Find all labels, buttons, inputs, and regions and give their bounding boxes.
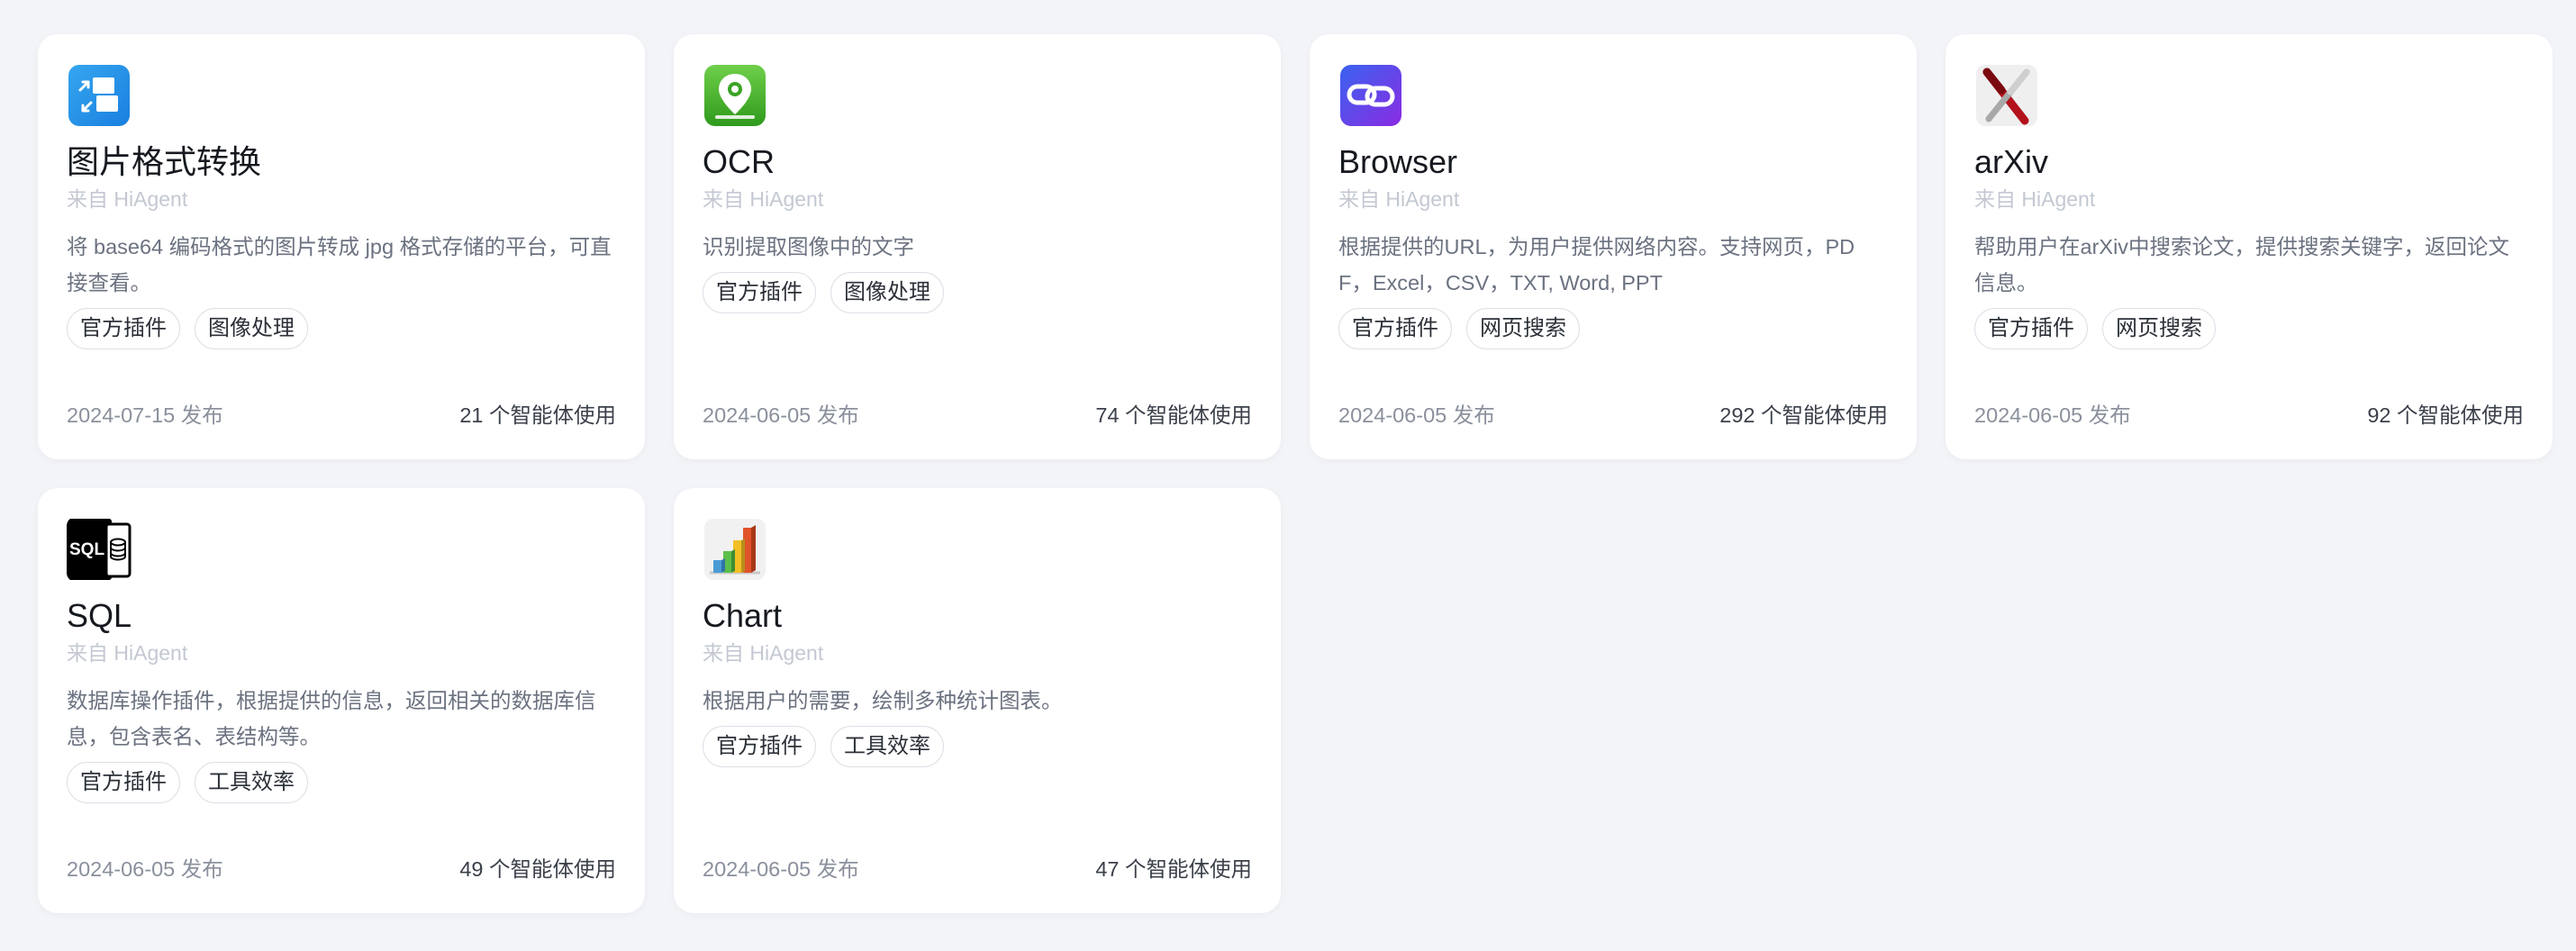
plugin-description: 识别提取图像中的文字: [703, 235, 914, 258]
image-convert-icon: [67, 63, 132, 128]
publish-date: 2024-06-05 发布: [703, 403, 859, 427]
plugin-footer: 2024-06-05 发布 49 个智能体使用: [67, 854, 616, 884]
tag-official-plugin: 官方插件: [703, 726, 816, 767]
plugin-card-chart[interactable]: Chart 来自 HiAgent 根据用户的需要，绘制多种统计图表。 官方插件 …: [674, 488, 1281, 913]
plugin-title: Browser: [1338, 143, 1458, 180]
plugin-source: 来自 HiAgent: [67, 187, 188, 211]
plugin-title: OCR: [703, 143, 775, 180]
usage-count: 292 个智能体使用: [1719, 403, 1888, 427]
plugin-source: 来自 HiAgent: [703, 187, 824, 211]
tag-category: 工具效率: [195, 762, 308, 803]
plugin-description: 帮助用户在arXiv中搜索论文，提供搜索关键字，返回论文信息。: [1974, 235, 2510, 294]
plugin-footer: 2024-07-15 发布 21 个智能体使用: [67, 400, 616, 430]
plugin-tags: 官方插件 图像处理: [67, 308, 616, 349]
tag-official-plugin: 官方插件: [703, 272, 816, 313]
plugin-description: 根据提供的URL，为用户提供网络内容。支持网页，PDF，Excel，CSV，TX…: [1338, 235, 1855, 294]
plugin-source: 来自 HiAgent: [67, 641, 188, 665]
sql-database-icon: SQL: [67, 517, 132, 582]
tag-official-plugin: 官方插件: [1974, 308, 2088, 349]
tag-category: 图像处理: [830, 272, 944, 313]
publish-date: 2024-07-15 发布: [67, 403, 223, 427]
plugin-grid: 图片格式转换 来自 HiAgent 将 base64 编码格式的图片转成 jpg…: [38, 34, 2553, 913]
tag-official-plugin: 官方插件: [67, 762, 180, 803]
tag-category: 工具效率: [830, 726, 944, 767]
plugin-source: 来自 HiAgent: [1974, 187, 2096, 211]
plugin-tags: 官方插件 工具效率: [703, 726, 1252, 767]
plugin-card-sql[interactable]: SQL SQL 来自 HiAgent 数据库操作插件，根据提供的信息，返回相关的…: [38, 488, 645, 913]
link-icon: [1338, 63, 1403, 128]
ocr-pin-icon: [703, 63, 767, 128]
usage-count: 92 个智能体使用: [2367, 403, 2524, 427]
usage-count: 21 个智能体使用: [459, 403, 616, 427]
plugin-tags: 官方插件 网页搜索: [1974, 308, 2524, 349]
svg-text:SQL: SQL: [69, 540, 104, 559]
plugin-title: 图片格式转换: [67, 143, 262, 180]
plugin-footer: 2024-06-05 发布 92 个智能体使用: [1974, 400, 2524, 430]
publish-date: 2024-06-05 发布: [1338, 403, 1495, 427]
usage-count: 47 个智能体使用: [1095, 857, 1252, 881]
arxiv-x-icon: [1974, 63, 2039, 128]
plugin-title: Chart: [703, 597, 783, 634]
plugin-tags: 官方插件 工具效率: [67, 762, 616, 803]
plugin-card-image-convert[interactable]: 图片格式转换 来自 HiAgent 将 base64 编码格式的图片转成 jpg…: [38, 34, 645, 459]
publish-date: 2024-06-05 发布: [703, 857, 859, 881]
plugin-card-ocr[interactable]: OCR 来自 HiAgent 识别提取图像中的文字 官方插件 图像处理 2024…: [674, 34, 1281, 459]
plugin-source: 来自 HiAgent: [1338, 187, 1460, 211]
tag-category: 网页搜索: [2102, 308, 2216, 349]
bar-chart-icon: [703, 517, 767, 582]
plugin-description: 根据用户的需要，绘制多种统计图表。: [703, 689, 1063, 712]
usage-count: 74 个智能体使用: [1095, 403, 1252, 427]
tag-official-plugin: 官方插件: [67, 308, 180, 349]
publish-date: 2024-06-05 发布: [1974, 403, 2131, 427]
plugin-card-browser[interactable]: Browser 来自 HiAgent 根据提供的URL，为用户提供网络内容。支持…: [1310, 34, 1917, 459]
tag-category: 网页搜索: [1466, 308, 1580, 349]
tag-category: 图像处理: [195, 308, 308, 349]
plugin-description: 数据库操作插件，根据提供的信息，返回相关的数据库信息，包含表名、表结构等。: [67, 689, 596, 748]
plugin-card-arxiv[interactable]: arXiv 来自 HiAgent 帮助用户在arXiv中搜索论文，提供搜索关键字…: [1946, 34, 2553, 459]
plugin-footer: 2024-06-05 发布 292 个智能体使用: [1338, 400, 1888, 430]
plugin-source: 来自 HiAgent: [703, 641, 824, 665]
plugin-footer: 2024-06-05 发布 47 个智能体使用: [703, 854, 1252, 884]
plugin-footer: 2024-06-05 发布 74 个智能体使用: [703, 400, 1252, 430]
plugin-title: arXiv: [1974, 143, 2049, 180]
usage-count: 49 个智能体使用: [459, 857, 616, 881]
tag-official-plugin: 官方插件: [1338, 308, 1452, 349]
plugin-description: 将 base64 编码格式的图片转成 jpg 格式存储的平台，可直接查看。: [67, 235, 612, 294]
plugin-title: SQL: [67, 597, 132, 634]
plugin-tags: 官方插件 网页搜索: [1338, 308, 1888, 349]
publish-date: 2024-06-05 发布: [67, 857, 223, 881]
plugin-tags: 官方插件 图像处理: [703, 272, 1252, 313]
